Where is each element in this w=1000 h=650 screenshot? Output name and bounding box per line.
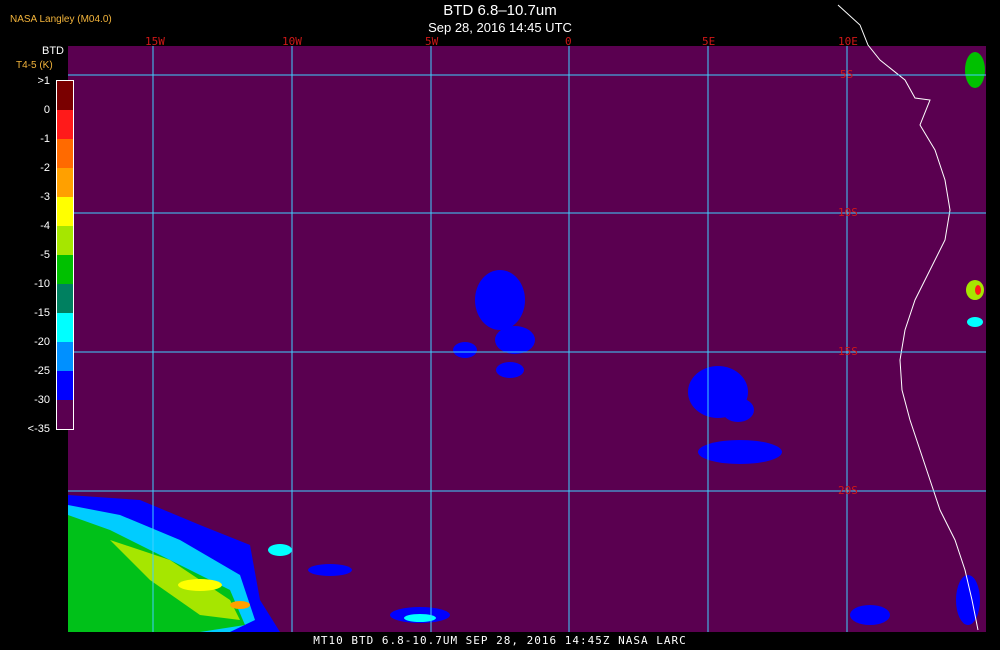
colorbar-segment	[57, 81, 73, 110]
lat-label: 5S	[840, 68, 853, 81]
colorbar-segment	[57, 197, 73, 226]
chart-title: BTD 6.8–10.7um	[443, 2, 557, 19]
colorbar-segment	[57, 110, 73, 139]
legend-label: -15	[34, 307, 50, 319]
legend-label: -10	[34, 278, 50, 290]
legend-label: -25	[34, 365, 50, 377]
lon-label: 5W	[425, 35, 439, 48]
colorbar-segment	[57, 400, 73, 429]
colorbar-segment	[57, 139, 73, 168]
lat-label: 15S	[838, 345, 858, 358]
legend-label: -4	[40, 220, 50, 232]
lon-label: 10W	[282, 35, 302, 48]
legend-label: -30	[34, 394, 50, 406]
lat-label: 10S	[838, 206, 858, 219]
legend-unit: T4-5 (K)	[16, 60, 53, 71]
legend-label: 0	[43, 104, 50, 116]
lon-label: 5E	[702, 35, 715, 48]
source-label: NASA Langley (M04.0)	[10, 14, 112, 25]
footer-caption: MT10 BTD 6.8-10.7UM SEP 28, 2016 14:45Z …	[313, 634, 687, 647]
colorbar-segment	[57, 168, 73, 197]
legend-label: <-35	[27, 423, 50, 435]
colorbar-segment	[57, 313, 73, 342]
colorbar-segment	[57, 284, 73, 313]
lon-label: 15W	[145, 35, 165, 48]
legend-label: -20	[34, 336, 50, 348]
legend-label: -3	[40, 191, 50, 203]
colorbar-segment	[57, 342, 73, 371]
legend-title: BTD	[42, 45, 64, 57]
lat-label: 20S	[838, 484, 858, 497]
colorbar-segment	[57, 255, 73, 284]
lon-label: 0	[565, 35, 572, 48]
colorbar-segment	[57, 226, 73, 255]
legend-label: -2	[40, 162, 50, 174]
legend-label: >1	[37, 75, 50, 87]
legend-label: -1	[40, 133, 50, 145]
lon-label: 10E	[838, 35, 858, 48]
colorbar	[56, 80, 74, 430]
legend-label: -5	[40, 249, 50, 261]
colorbar-segment	[57, 371, 73, 400]
satellite-map: 15W 10W 5W 0 5E 10E 5S 10S 15S 20S	[68, 4, 986, 632]
chart-datetime: Sep 28, 2016 14:45 UTC	[428, 20, 572, 35]
